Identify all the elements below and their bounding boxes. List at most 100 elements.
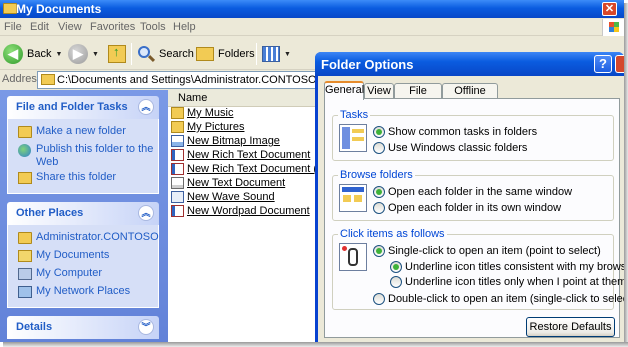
forward-arrow-icon: ▶ [68,44,88,64]
up-folder-icon: ↑ [108,44,126,63]
panel-title: Details [16,321,53,333]
explorer-titlebar[interactable]: My Documents ✕ [0,0,624,18]
task-label: Share this folder [36,171,117,183]
screenshot-shadow [624,3,628,346]
list-item[interactable]: New Bitmap Image [171,134,280,148]
radio-underline-consistent[interactable]: Underline icon titles consistent with my… [390,261,628,273]
back-label: Back [27,48,52,60]
tab-view[interactable]: View [364,83,394,99]
windows-logo-icon [602,19,624,36]
tasks-group: Tasks Show common tasks in folders Use W… [332,109,614,161]
radio-button[interactable] [373,245,385,257]
forward-button[interactable]: ▶ ▼ [68,42,99,66]
help-button[interactable]: ? [594,55,612,73]
radio-own-window[interactable]: Open each folder in its own window [373,202,561,214]
file-name: New Rich Text Document (2) [187,163,327,175]
menu-tools[interactable]: Tools [140,21,166,33]
place-my-network-places[interactable]: My Network Places [8,285,158,301]
list-item[interactable]: New Rich Text Document [171,148,310,162]
task-share-folder[interactable]: Share this folder [8,171,158,187]
place-my-computer[interactable]: My Computer [8,267,158,283]
menu-view[interactable]: View [58,21,82,33]
back-button[interactable]: ◀ Back ▼ [3,42,62,66]
option-label: Underline icon titles consistent with my… [405,261,628,273]
expand-chevron-icon[interactable]: ︾ [138,319,154,335]
folder-icon [41,74,55,85]
restore-defaults-button[interactable]: Restore Defaults [526,317,615,337]
views-button[interactable]: ▼ [262,42,291,66]
search-label: Search [159,48,194,60]
dialog-title: Folder Options [321,57,414,72]
views-dropdown-icon[interactable]: ▼ [284,51,291,58]
address-input[interactable]: C:\Documents and Settings\Administrator.… [37,71,327,89]
globe-icon [18,144,31,157]
task-publish-to-web[interactable]: Publish this folder to the Web [8,143,158,169]
list-item[interactable]: New Text Document [171,176,285,190]
menu-edit[interactable]: Edit [30,21,49,33]
radio-button[interactable] [373,142,385,154]
tasks-preview-icon [339,124,367,152]
pointer-hand-icon [339,243,367,271]
menu-favorites[interactable]: Favorites [90,21,135,33]
column-label: Name [178,92,208,104]
list-item[interactable]: My Pictures [171,120,244,134]
radio-classic-folders[interactable]: Use Windows classic folders [373,142,527,154]
network-icon [18,286,32,298]
option-label: Double-click to open an item (single-cli… [388,293,628,305]
place-label: Administrator.CONTOSO [36,231,159,243]
collapse-chevron-icon[interactable]: ︽ [138,99,154,115]
tab-file-types[interactable]: File Types [394,83,442,111]
radio-button[interactable] [373,126,385,138]
panel-header[interactable]: Other Places ︽ [7,202,159,225]
radio-double-click[interactable]: Double-click to open an item (single-cli… [373,293,628,305]
radio-button[interactable] [373,202,385,214]
menu-bar: File Edit View Favorites Tools Help [0,18,624,36]
task-label: Make a new folder [36,125,126,137]
place-label: My Computer [36,267,103,279]
pictures-folder-icon [171,121,184,133]
radio-same-window[interactable]: Open each folder in the same window [373,186,572,198]
radio-button[interactable] [390,276,402,288]
forward-dropdown-icon[interactable]: ▼ [92,51,99,58]
tab-general[interactable]: General [324,81,364,100]
back-dropdown-icon[interactable]: ▼ [55,51,62,58]
radio-underline-point[interactable]: Underline icon titles only when I point … [390,276,626,288]
details-panel: Details ︾ [7,316,159,339]
list-item[interactable]: My Music [171,106,233,120]
place-my-documents[interactable]: My Documents [8,249,158,265]
place-label: My Network Places [36,285,131,297]
dialog-close-button[interactable] [615,55,624,73]
up-folder-button[interactable]: ↑ [108,42,126,66]
tab-offline-files[interactable]: Offline Files [442,83,498,111]
file-folder-tasks-panel: File and Folder Tasks ︽ Make a new folde… [7,96,159,194]
list-item[interactable]: New Wordpad Document [171,204,310,218]
radio-show-common-tasks[interactable]: Show common tasks in folders [373,126,537,138]
panel-body: Administrator.CONTOSO My Documents My Co… [7,225,159,308]
screenshot-shadow [3,342,628,347]
collapse-chevron-icon[interactable]: ︽ [138,205,154,221]
task-make-new-folder[interactable]: Make a new folder [8,125,158,141]
group-title: Tasks [338,109,371,121]
menu-file[interactable]: File [4,21,22,33]
radio-button[interactable] [373,293,385,305]
menu-help[interactable]: Help [173,21,196,33]
list-item[interactable]: New Wave Sound [171,190,275,204]
option-label: Single-click to open an item (point to s… [388,245,601,257]
list-item[interactable]: New Rich Text Document (2) [171,162,327,176]
radio-single-click[interactable]: Single-click to open an item (point to s… [373,245,601,257]
name-column-header[interactable]: Name [168,90,318,107]
close-button[interactable]: ✕ [602,2,617,16]
window-title: My Documents [16,2,102,16]
radio-button[interactable] [390,261,402,273]
click-items-group: Click items as follows Single-click to o… [332,228,628,310]
toolbar-separator [256,43,257,65]
folders-button[interactable]: Folders [196,42,255,66]
place-administrator[interactable]: Administrator.CONTOSO [8,231,159,247]
panel-header[interactable]: File and Folder Tasks ︽ [7,96,159,119]
radio-button[interactable] [373,186,385,198]
search-button[interactable]: Search [137,42,194,66]
panel-body: Make a new folder Publish this folder to… [7,119,159,194]
panel-header[interactable]: Details ︾ [7,316,159,339]
task-pane: File and Folder Tasks ︽ Make a new folde… [0,90,168,342]
dialog-titlebar[interactable]: Folder Options ? [315,52,624,76]
